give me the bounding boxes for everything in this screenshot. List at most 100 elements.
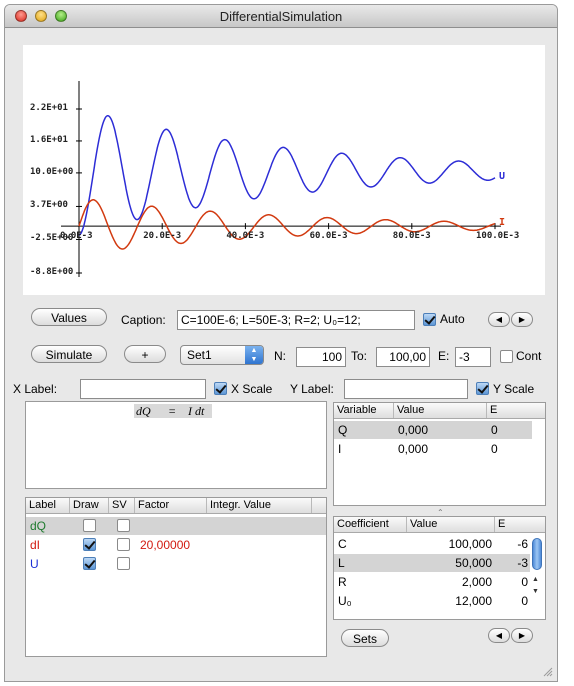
draw-checkbox[interactable]	[83, 519, 96, 532]
table-row[interactable]: dI 20,00000	[26, 536, 326, 554]
table-row[interactable]: U₀ 12,000 0	[334, 592, 530, 610]
variable-value: 0,000	[398, 423, 429, 437]
x-label-field[interactable]	[80, 379, 206, 399]
labels-col-label: Label	[29, 499, 56, 511]
right-triangle-icon: ▶	[518, 315, 526, 324]
window-title: DifferentialSimulation	[219, 9, 343, 24]
set-select-value: Set1	[187, 348, 212, 362]
add-set-button[interactable]: +	[124, 345, 166, 363]
caption-label: Caption:	[121, 313, 166, 327]
coefficient-name: C	[338, 537, 347, 551]
variables-header: Variable Value E	[334, 403, 545, 419]
variable-name: Q	[338, 423, 348, 437]
coefficients-table: Coefficient Value E C 100,000 -6 L 50,00…	[333, 516, 546, 620]
left-triangle-icon: ◀	[495, 631, 503, 640]
plot-canvas	[61, 81, 501, 277]
y-tick-label: 1.6E+01	[30, 134, 68, 145]
title-bar[interactable]: DifferentialSimulation	[5, 5, 557, 28]
sv-checkbox[interactable]	[117, 519, 130, 532]
resize-grip-icon[interactable]	[543, 667, 553, 677]
draw-checkbox[interactable]	[83, 557, 96, 570]
labels-col-integr-value: Integr. Value	[210, 499, 271, 511]
sets-prev-arrow[interactable]: ◀	[488, 628, 510, 643]
x-tick-label: 40.0E-3	[226, 231, 265, 242]
labels-table: Label Draw SV Factor Integr. Value dQ dI…	[25, 497, 327, 657]
caption-next-arrow[interactable]: ▶	[511, 312, 533, 327]
coefficients-header: Coefficient Value E	[334, 517, 545, 533]
cont-checkbox[interactable]	[500, 350, 513, 363]
caption-field[interactable]: C=100E-6; L=50E-3; R=2; U₀=12;	[177, 310, 415, 330]
select-arrows-icon: ▲ ▼	[245, 346, 263, 364]
y-tick-label: 2.2E+01	[30, 103, 68, 113]
label-name: U	[30, 557, 39, 571]
variables-col-variable: Variable	[337, 404, 377, 416]
y-tick-label: -8.8E+00	[30, 267, 74, 277]
table-row[interactable]: C 100,000 -6	[334, 535, 530, 553]
simulation-plot: 2.2E+01 1.6E+01 10.0E+00 3.7E+00 -2.5E+00 -8.…	[23, 45, 545, 295]
sets-next-arrow[interactable]: ▶	[511, 628, 533, 643]
n-field[interactable]: 100	[296, 347, 346, 367]
y-tick-label: 10.0E+00	[30, 166, 74, 177]
x-tick-label: 80.0E-3	[392, 231, 431, 242]
scrollbar-thumb[interactable]	[532, 538, 542, 570]
factor-value: 20,00000	[140, 538, 191, 552]
values-button[interactable]: Values	[31, 308, 107, 326]
table-row[interactable]: L 50,000 -3	[334, 554, 530, 572]
x-tick-label: 20.0E-3	[143, 231, 182, 242]
app-window: DifferentialSimulation 2.2E+01 1.6E+01 10.…	[4, 4, 558, 682]
scroll-up-icon[interactable]: ▲	[532, 576, 539, 583]
labels-header: Label Draw SV Factor Integr. Value	[26, 498, 326, 514]
e-field[interactable]: -3	[455, 347, 491, 367]
to-field[interactable]: 100,00	[376, 347, 430, 367]
table-row[interactable]: I 0,000 0	[334, 440, 532, 458]
variable-e: 0	[491, 442, 498, 456]
table-row[interactable]: Q 0,000 0	[334, 421, 532, 439]
set-select[interactable]: Set1 ▲ ▼	[180, 345, 264, 365]
sv-checkbox[interactable]	[117, 538, 130, 551]
equation-formula: dQ = I dt	[134, 404, 212, 418]
labels-col-factor: Factor	[138, 499, 170, 511]
sets-button[interactable]: Sets	[341, 629, 389, 647]
sv-checkbox[interactable]	[117, 557, 130, 570]
label-name: dI	[30, 538, 41, 552]
series-label-i: I	[499, 216, 506, 228]
table-row[interactable]: U	[26, 555, 326, 573]
x-scale-checkbox[interactable]	[214, 382, 227, 395]
table-row[interactable]: R 2,000 0	[334, 573, 530, 591]
auto-label: Auto	[440, 312, 465, 326]
variable-e: 0	[491, 423, 498, 437]
coefficient-value: 50,000	[455, 556, 492, 570]
coefficient-e: 0	[521, 594, 528, 608]
table-row[interactable]: dQ	[26, 517, 326, 535]
coefficients-scrollbar[interactable]: ▲ ▼	[531, 538, 543, 600]
x-label-caption: X Label:	[13, 382, 58, 396]
scroll-down-icon[interactable]: ▼	[532, 588, 539, 595]
y-scale-label: Y Scale	[493, 382, 535, 396]
equation-equals: =	[168, 404, 177, 418]
series-label-u: U	[499, 170, 506, 182]
n-label: N:	[274, 349, 286, 363]
y-tick-label: 3.7E+00	[30, 200, 68, 211]
x-tick-label: 100.0E-3	[476, 231, 520, 242]
variable-value: 0,000	[398, 442, 429, 456]
e-label: E:	[438, 349, 450, 363]
coefficients-col-value: Value	[410, 518, 438, 530]
x-tick-label: 60.0E-3	[309, 231, 348, 242]
left-triangle-icon: ◀	[495, 315, 503, 324]
y-scale-checkbox[interactable]	[476, 382, 489, 395]
equation-rhs: I dt	[188, 404, 205, 418]
variables-col-value: Value	[397, 404, 425, 416]
caption-prev-arrow[interactable]: ◀	[488, 312, 510, 327]
x-scale-label: X Scale	[231, 382, 273, 396]
draw-checkbox[interactable]	[83, 538, 96, 551]
to-label: To:	[351, 349, 368, 363]
y-label-caption: Y Label:	[290, 382, 334, 396]
coefficients-col-coefficient: Coefficient	[337, 518, 389, 530]
coefficient-value: 12,000	[455, 594, 492, 608]
y-label-field[interactable]	[344, 379, 468, 399]
variables-col-e: E	[490, 404, 498, 416]
coefficient-e: -6	[517, 537, 528, 551]
auto-checkbox[interactable]	[423, 313, 436, 326]
equation-panel[interactable]: dQ = I dt	[25, 401, 327, 489]
simulate-button[interactable]: Simulate	[31, 345, 107, 363]
